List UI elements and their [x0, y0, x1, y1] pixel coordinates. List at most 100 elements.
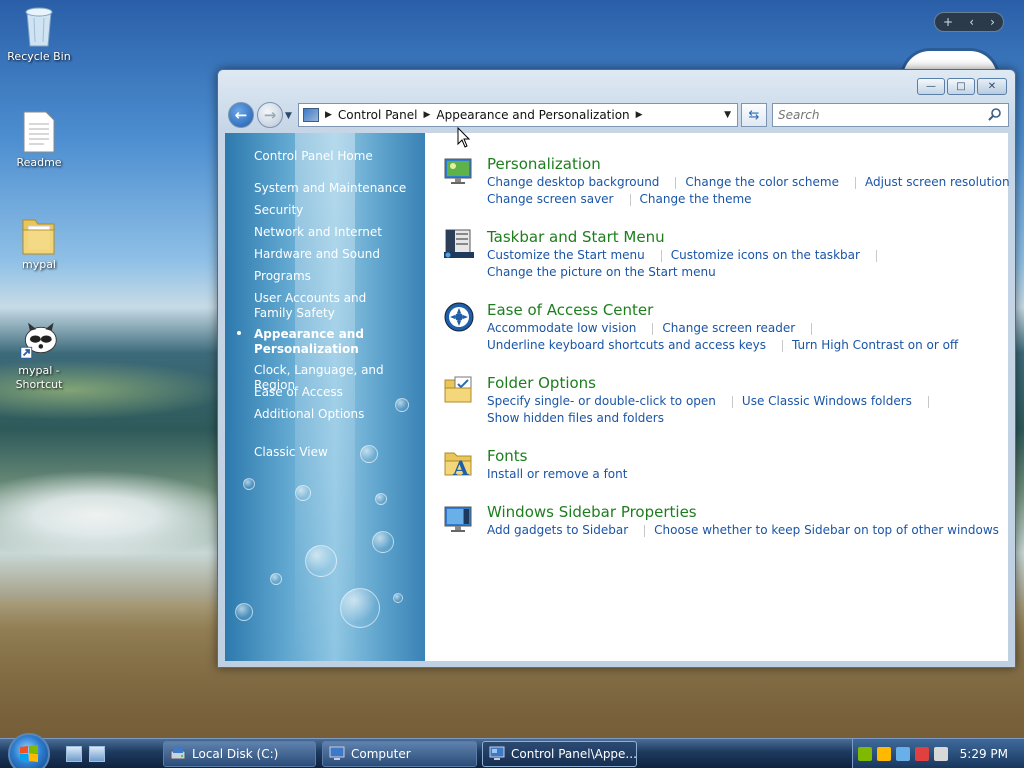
minimize-button[interactable]: — [917, 78, 945, 95]
category-title[interactable]: Folder Options [487, 374, 596, 392]
sidebar-item-appearance[interactable]: Appearance and Personalization [254, 327, 384, 357]
breadcrumb-control-panel[interactable]: Control Panel [338, 108, 418, 122]
network-icon[interactable] [896, 747, 910, 761]
task-link[interactable]: Adjust screen resolution [865, 175, 1010, 189]
taskbar-button-computer[interactable]: Computer [322, 741, 477, 767]
task-link[interactable]: Customize icons on the taskbar [671, 248, 860, 262]
forward-button[interactable]: → [257, 102, 283, 128]
gadget-prev-button[interactable]: ‹ [969, 15, 974, 29]
category-title[interactable]: Personalization [487, 155, 601, 173]
sidebar-item-user-accounts[interactable]: User Accounts and Family Safety [254, 291, 404, 321]
task-link[interactable]: Specify single- or double-click to open [487, 394, 716, 408]
task-link[interactable]: Install or remove a font [487, 467, 627, 481]
chevron-right-icon[interactable]: ▶ [424, 110, 431, 120]
switch-windows-icon[interactable] [89, 746, 105, 762]
bubble-decoration [243, 478, 255, 490]
sidebar-gadget-bar: + ‹ › [934, 12, 1004, 32]
taskbar-button-label: Computer [351, 747, 411, 761]
breadcrumb-appearance[interactable]: Appearance and Personalization [436, 108, 629, 122]
drive-icon [170, 748, 186, 760]
task-line: Change screen saver Change the theme [487, 192, 752, 207]
close-icon: ✕ [987, 81, 997, 92]
taskbar: Local Disk (C:) Computer Control Panel\A… [0, 733, 1024, 768]
show-desktop-icon[interactable] [66, 746, 82, 762]
control-panel-home-link[interactable]: Control Panel Home [254, 149, 373, 164]
search-input[interactable] [778, 108, 978, 122]
active-bullet-icon [237, 331, 241, 335]
address-bar[interactable]: ▶ Control Panel ▶ Appearance and Persona… [298, 103, 738, 127]
text-document-icon [19, 110, 59, 154]
network-disconnected-icon[interactable] [915, 747, 929, 761]
category-title[interactable]: Taskbar and Start Menu [487, 228, 665, 246]
navigation-bar: ← → ▼ ▶ Control Panel ▶ Appearance and P… [226, 101, 1009, 129]
classic-view-link[interactable]: Classic View [254, 445, 328, 460]
volume-muted-icon[interactable] [934, 747, 948, 761]
task-link[interactable]: Choose whether to keep Sidebar on top of… [654, 523, 999, 537]
recent-pages-dropdown-icon[interactable]: ▼ [285, 111, 292, 121]
checkmark-icon[interactable] [858, 747, 872, 761]
task-link[interactable]: Change the theme [640, 192, 752, 206]
bubble-decoration [360, 445, 378, 463]
taskbar-button-label: Control Panel\Appe... [511, 747, 637, 761]
back-button[interactable]: ← [228, 102, 254, 128]
folder-options-icon [444, 376, 472, 403]
search-icon[interactable] [988, 107, 1002, 121]
separator [660, 249, 662, 262]
chevron-right-icon[interactable]: ▶ [325, 110, 332, 120]
task-link[interactable]: Turn High Contrast on or off [792, 338, 958, 352]
category-title[interactable]: Fonts [487, 447, 527, 465]
task-link[interactable]: Use Classic Windows folders [742, 394, 912, 408]
maximize-button[interactable]: □ [947, 78, 975, 95]
fonts-icon: A [444, 452, 472, 479]
taskbar-button-label: Local Disk (C:) [192, 747, 279, 761]
task-link[interactable]: Accommodate low vision [487, 321, 636, 335]
separator [875, 249, 877, 262]
task-link[interactable]: Show hidden files and folders [487, 411, 664, 425]
desktop-icon-label: Readme [16, 156, 62, 169]
windows-logo-icon [20, 745, 38, 762]
start-button[interactable] [8, 733, 50, 768]
clock[interactable]: 5:29 PM [960, 747, 1008, 761]
shield-icon[interactable] [877, 747, 891, 761]
category-title[interactable]: Windows Sidebar Properties [487, 503, 697, 521]
task-link[interactable]: Underline keyboard shortcuts and access … [487, 338, 766, 352]
sidebar-item-security[interactable]: Security [254, 203, 303, 218]
task-link[interactable]: Change the color scheme [685, 175, 839, 189]
sidebar-item-programs[interactable]: Programs [254, 269, 311, 284]
desktop-icon-recycle-bin[interactable]: Recycle Bin [3, 4, 75, 64]
task-pane: Control Panel Home System and Maintenanc… [225, 133, 425, 661]
separator [731, 395, 733, 408]
folder-icon [19, 212, 59, 256]
task-link[interactable]: Change screen saver [487, 192, 614, 206]
desktop-icon-mypal-shortcut[interactable]: mypal - Shortcut [3, 318, 75, 392]
separator [811, 322, 813, 335]
search-field[interactable] [772, 103, 1009, 127]
sidebar-item-system-maintenance[interactable]: System and Maintenance [254, 181, 406, 196]
sidebar-item-additional-options[interactable]: Additional Options [254, 407, 364, 422]
category-title[interactable]: Ease of Access Center [487, 301, 653, 319]
bubble-decoration [375, 493, 387, 505]
sidebar-properties-icon [444, 506, 472, 532]
sidebar-item-network-internet[interactable]: Network and Internet [254, 225, 382, 240]
task-link[interactable]: Change screen reader [662, 321, 795, 335]
taskbar-button-local-disk[interactable]: Local Disk (C:) [163, 741, 316, 767]
sidebar-item-ease-of-access[interactable]: Ease of Access [254, 385, 343, 400]
bubble-decoration [372, 531, 394, 553]
address-dropdown-icon[interactable]: ▼ [724, 110, 731, 120]
add-gadget-button[interactable]: + [943, 15, 953, 29]
refresh-icon: ⇆ [748, 107, 760, 123]
desktop-icon-readme[interactable]: Readme [3, 110, 75, 170]
desktop-icon-mypal-folder[interactable]: mypal [3, 212, 75, 272]
task-link[interactable]: Change the picture on the Start menu [487, 265, 716, 279]
task-line: Accommodate low vision Change screen read… [487, 321, 821, 336]
chevron-right-icon[interactable]: ▶ [636, 110, 643, 120]
sidebar-item-hardware-sound[interactable]: Hardware and Sound [254, 247, 380, 262]
task-link[interactable]: Customize the Start menu [487, 248, 645, 262]
close-button[interactable]: ✕ [977, 78, 1007, 95]
refresh-button[interactable]: ⇆ [741, 103, 767, 127]
task-link[interactable]: Change desktop background [487, 175, 659, 189]
taskbar-icon [444, 229, 474, 258]
gadget-next-button[interactable]: › [990, 15, 995, 29]
task-link[interactable]: Add gadgets to Sidebar [487, 523, 628, 537]
taskbar-button-control-panel[interactable]: Control Panel\Appe... [482, 741, 637, 767]
